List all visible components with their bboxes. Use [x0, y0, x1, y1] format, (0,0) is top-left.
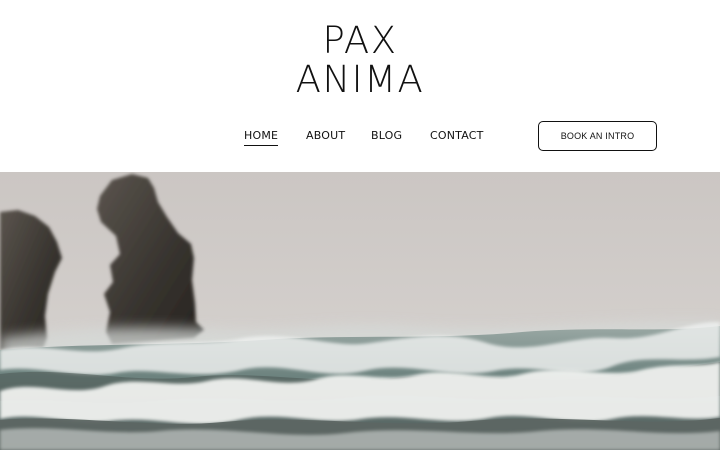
nav-contact-link[interactable]: CONTACT	[430, 128, 484, 144]
logo-pax: PAX	[322, 19, 398, 62]
nav-about-link[interactable]: ABOUT	[306, 128, 345, 144]
nav-home-link[interactable]: HOME	[244, 128, 279, 146]
logo-anima: ANIMA	[295, 58, 425, 101]
site-logo[interactable]: PAX ANIMA	[0, 22, 720, 98]
ocean-rocks-photo	[0, 172, 720, 450]
website-page: PAX ANIMA HOME ABOUT BLOG CONTACT BOOK A…	[0, 0, 720, 450]
hero-image	[0, 172, 720, 450]
nav-blog-link[interactable]: BLOG	[371, 128, 402, 144]
book-intro-button[interactable]: BOOK AN INTRO	[538, 121, 657, 151]
site-header: PAX ANIMA HOME ABOUT BLOG CONTACT BOOK A…	[0, 0, 720, 172]
